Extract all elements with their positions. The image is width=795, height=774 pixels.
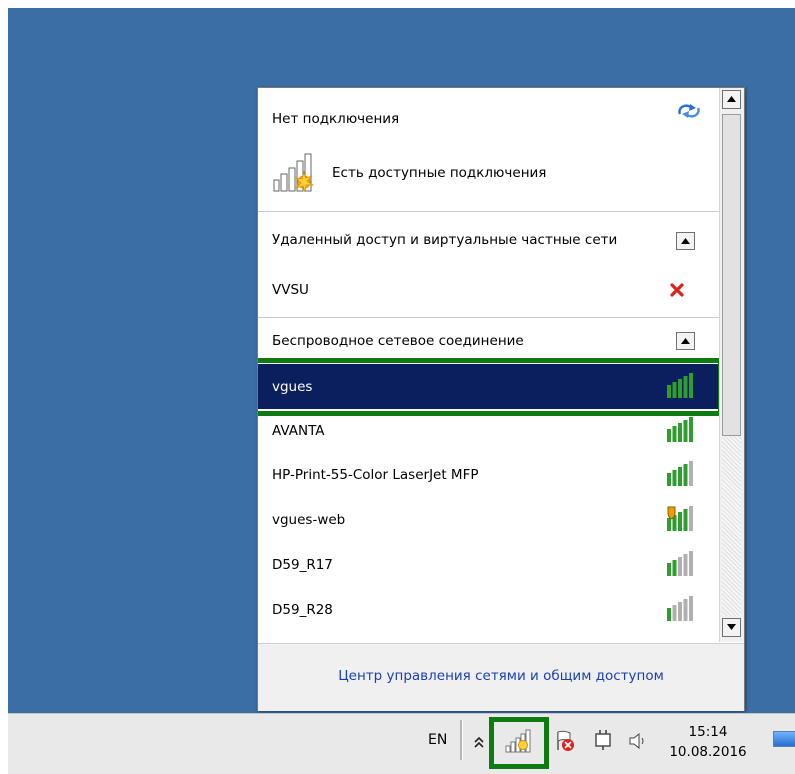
network-list: Нет подключения Есть доступные подключен… — [258, 88, 719, 642]
signal-bar — [678, 512, 682, 531]
volume-icon[interactable] — [628, 731, 648, 751]
signal-bar — [672, 605, 677, 621]
scrollbar-track[interactable] — [722, 436, 741, 616]
signal-bar — [689, 417, 693, 442]
scroll-up-button[interactable] — [722, 90, 741, 109]
signal-bar — [667, 608, 671, 621]
wifi-network-item[interactable]: vgues — [258, 364, 719, 409]
vpn-section-header[interactable]: Удаленный доступ и виртуальные частные с… — [258, 218, 719, 262]
language-indicator[interactable]: EN — [428, 732, 447, 748]
signal-bar — [689, 373, 693, 398]
security-shield-icon — [667, 506, 676, 520]
signal-bar — [678, 467, 682, 486]
wifi-network-name: D59_R28 — [272, 601, 333, 618]
taskbar: EN 15:14 10.08.2016 — [8, 713, 795, 774]
signal-bar — [683, 376, 688, 398]
signal-bar — [672, 470, 677, 486]
signal-bar — [667, 563, 671, 576]
wifi-network-item[interactable]: D59_R28 — [258, 587, 719, 632]
signal-bar — [667, 385, 671, 398]
clock[interactable]: 15:14 10.08.2016 — [658, 722, 758, 762]
wifi-signal-icon — [667, 461, 693, 486]
divider — [258, 317, 719, 318]
scrollbar-thumb[interactable] — [722, 114, 741, 436]
signal-bar — [667, 518, 671, 531]
clock-date: 10.08.2016 — [669, 744, 747, 760]
wifi-network-name: vgues — [272, 378, 313, 395]
wifi-network-name: D59_R17 — [272, 556, 333, 573]
connection-status-title: Нет подключения — [272, 111, 400, 127]
collapse-wireless-section-button[interactable] — [676, 332, 695, 350]
wifi-network-item[interactable]: vgues-web — [258, 497, 719, 542]
signal-bar — [689, 596, 693, 621]
disconnected-x-icon — [670, 283, 684, 297]
signal-bar — [667, 429, 671, 442]
vpn-item-vvsu[interactable]: VVSU — [258, 268, 719, 312]
network-tray-highlight — [489, 717, 549, 769]
collapse-vpn-section-button[interactable] — [676, 232, 695, 250]
tray-divider — [460, 720, 463, 760]
signal-bar — [672, 426, 677, 442]
chevron-up-icon — [681, 238, 690, 244]
clock-time: 15:14 — [688, 724, 728, 740]
signal-bar — [689, 551, 693, 576]
wifi-network-item[interactable]: HP-Print-55-Color LaserJet MFP — [258, 452, 719, 497]
signal-bar — [683, 464, 688, 486]
wifi-network-name: AVANTA — [272, 422, 325, 439]
scroll-down-button[interactable] — [722, 618, 741, 637]
chevron-up-icon — [681, 338, 690, 344]
wireless-section-header[interactable]: Беспроводное сетевое соединение — [258, 319, 719, 363]
scrollbar[interactable] — [719, 88, 744, 642]
network-flyout: Нет подключения Есть доступные подключен… — [257, 87, 745, 711]
wifi-network-name: vgues-web — [272, 511, 346, 528]
show-hidden-icons-icon[interactable] — [473, 735, 485, 749]
arrow-down-icon — [727, 624, 736, 630]
divider — [258, 211, 719, 212]
action-center-flag-icon[interactable] — [552, 728, 578, 754]
signal-bar — [683, 554, 688, 576]
signal-bar — [667, 473, 671, 486]
wifi-signal-icon — [667, 373, 693, 398]
power-plug-icon[interactable] — [592, 728, 614, 752]
signal-bar — [678, 379, 682, 398]
wifi-network-item[interactable]: D59_R17 — [258, 542, 719, 587]
flyout-footer: Центр управления сетями и общим доступом — [258, 643, 744, 711]
signal-bar — [689, 506, 693, 531]
signal-bar — [678, 557, 682, 576]
arrow-up-icon — [727, 96, 736, 102]
signal-bar — [683, 509, 688, 531]
show-desktop-button[interactable] — [773, 731, 795, 747]
signal-bar — [672, 382, 677, 398]
wifi-signal-icon — [667, 596, 693, 621]
signal-bar — [678, 602, 682, 621]
wifi-signal-icon — [667, 551, 693, 576]
wifi-network-name: HP-Print-55-Color LaserJet MFP — [272, 466, 479, 483]
wifi-signal-icon — [667, 506, 693, 531]
signal-bar — [689, 461, 693, 486]
signal-bar — [683, 599, 688, 621]
wifi-signal-icon — [667, 417, 693, 442]
refresh-icon[interactable] — [677, 102, 701, 120]
wifi-network-item[interactable]: AVANTA — [258, 408, 719, 453]
network-sharing-center-link[interactable]: Центр управления сетями и общим доступом — [258, 668, 744, 684]
signal-bar — [683, 420, 688, 442]
available-connections-status: Есть доступные подключения — [258, 150, 719, 196]
signal-bar — [672, 560, 677, 576]
wifi-status-icon — [273, 153, 315, 193]
signal-bar — [678, 423, 682, 442]
